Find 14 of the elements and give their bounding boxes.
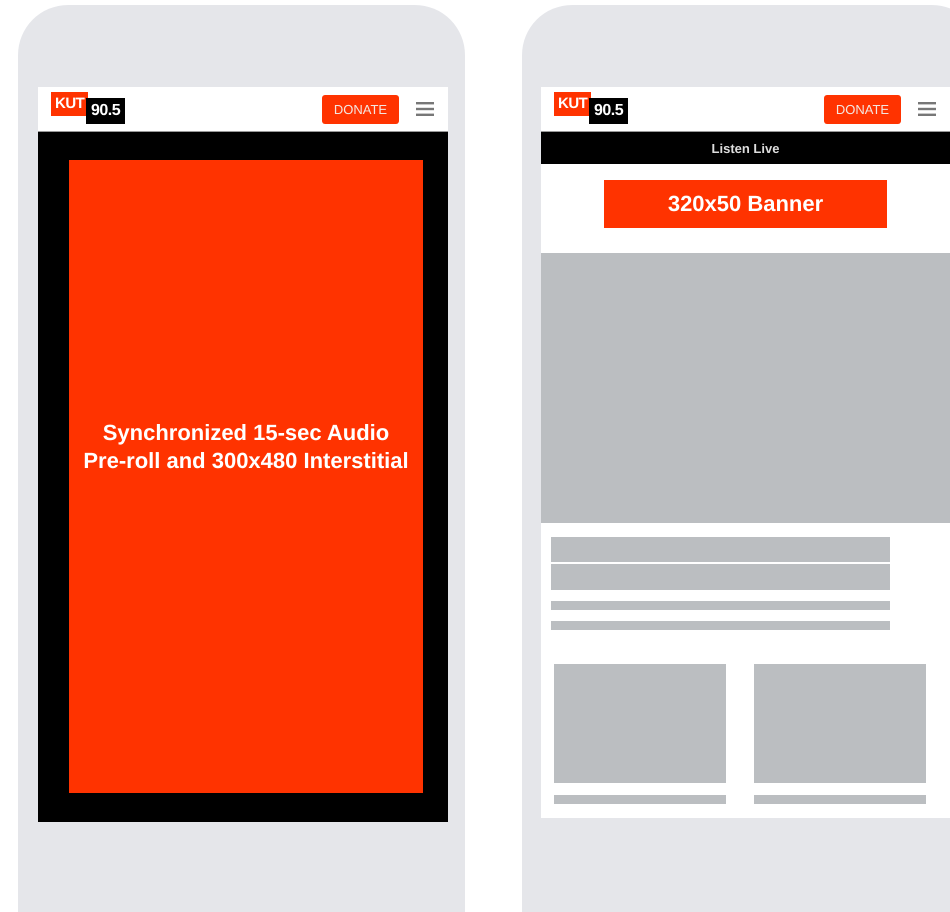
listen-live-bar[interactable]: Listen Live (541, 132, 950, 164)
logo-call-letters: KUT (554, 92, 592, 116)
logo-frequency: 90.5 (86, 98, 126, 124)
logo-frequency: 90.5 (589, 98, 628, 124)
banner-label: 320x50 Banner (668, 191, 824, 217)
ad-label: Synchronized 15-sec Audio Pre-roll and 300x480 Interstitial (82, 418, 410, 474)
listen-live-label: Listen Live (712, 140, 780, 156)
banner-ad[interactable]: 320x50 Banner (604, 180, 887, 228)
logo-call-letters: KUT (51, 92, 88, 116)
donate-button[interactable]: DONATE (824, 94, 901, 124)
interstitial-ad[interactable]: Synchronized 15-sec Audio Pre-roll and 300x480 Interstitial (69, 160, 423, 793)
menu-icon[interactable] (918, 102, 936, 116)
donate-button[interactable]: DONATE (322, 94, 399, 124)
menu-icon[interactable] (416, 102, 434, 116)
